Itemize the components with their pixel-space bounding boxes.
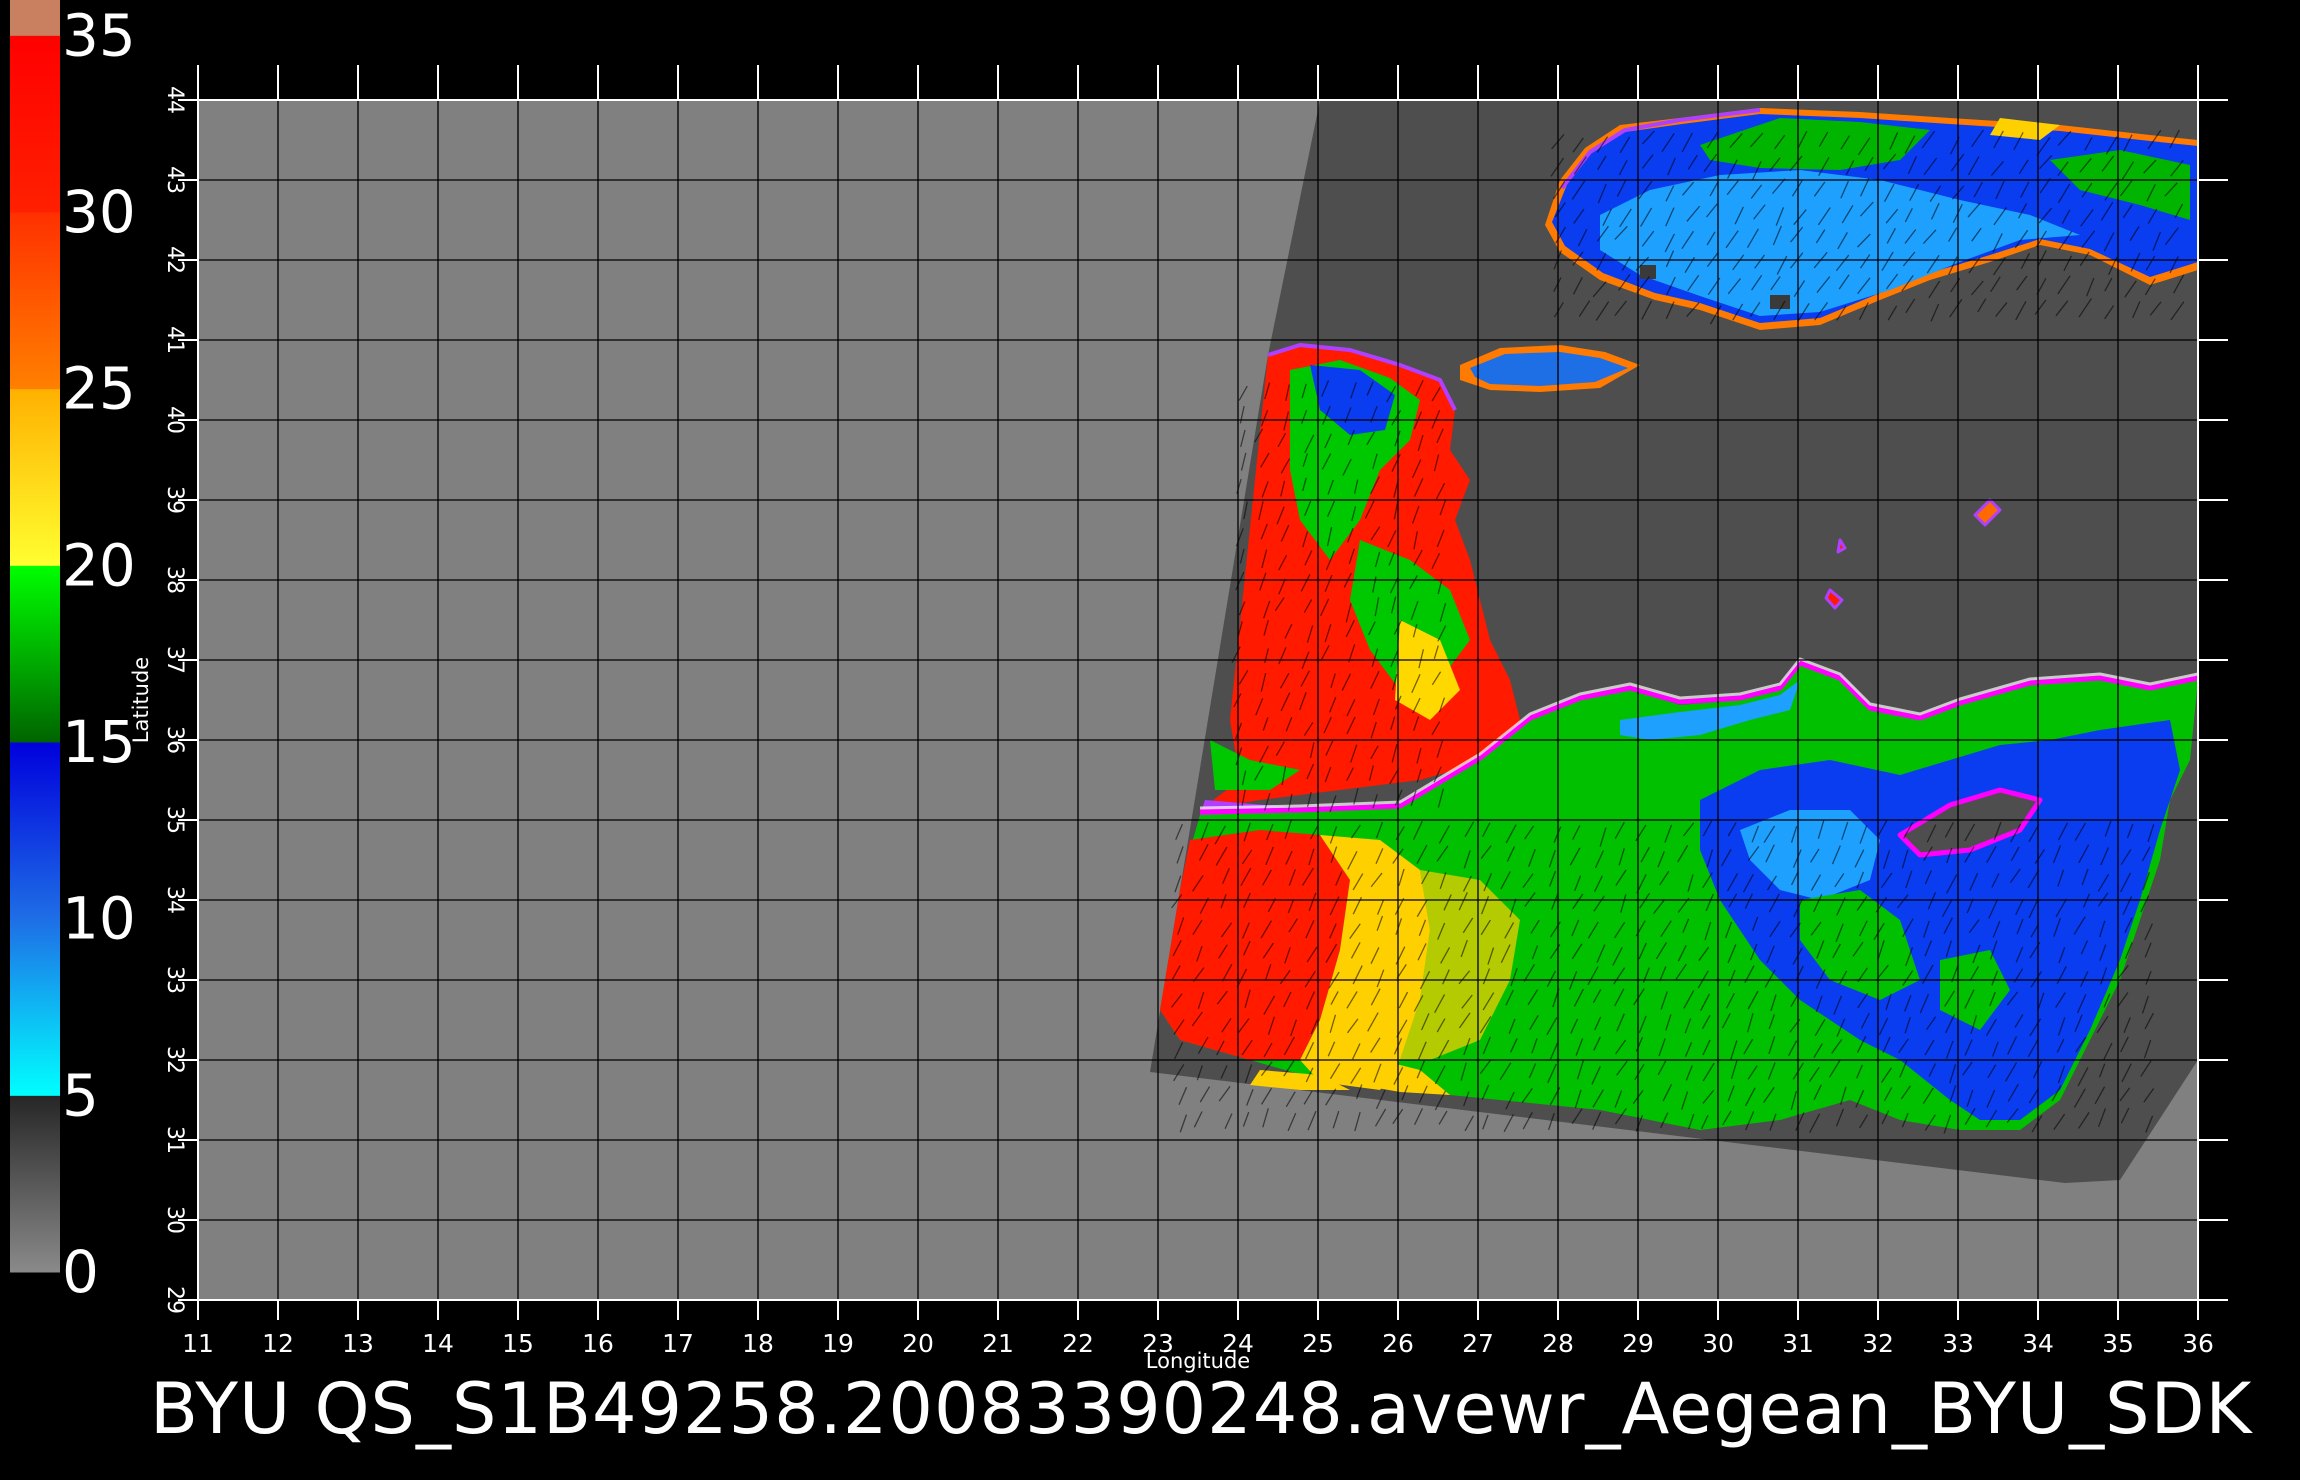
lon-tick-label: 33	[1942, 1329, 1974, 1358]
lat-tick-label: 35	[162, 806, 187, 834]
colorbar-tick-label: 35	[62, 1, 136, 69]
lat-tick-label: 32	[162, 1046, 187, 1074]
lon-tick-label: 26	[1382, 1329, 1414, 1358]
lat-tick-label: 39	[162, 486, 187, 514]
wind-speed-map: 35 30 25 20 15 10 5 0 11 12 13 14 15 16 17 18 1…	[10, 0, 2228, 1373]
colorbar-segment	[10, 565, 60, 743]
lat-tick-label: 43	[162, 166, 187, 194]
colorbar-labels: 35 30 25 20 15 10 5 0	[62, 1, 136, 1306]
lon-tick-label: 18	[742, 1329, 774, 1358]
lon-tick-label: 28	[1542, 1329, 1574, 1358]
colorbar-tick-label: 25	[62, 355, 136, 423]
lon-tick-label: 20	[902, 1329, 934, 1358]
colorbar-gradient	[10, 0, 60, 1273]
lat-tick-label: 42	[162, 246, 187, 274]
lat-tick-label: 40	[162, 406, 187, 434]
lon-tick-label: 30	[1702, 1329, 1734, 1358]
product-title: BYU QS_S1B49258.20083390248.avewr_Aegean…	[150, 1368, 2253, 1450]
colorbar-segment	[10, 35, 60, 213]
colorbar-tick-label: 0	[62, 1238, 99, 1306]
colorbar-tick-label: 15	[62, 708, 136, 776]
colorbar-tick-label: 5	[62, 1061, 99, 1129]
y-axis-title: Latitude	[129, 657, 153, 743]
lon-tick-label: 27	[1462, 1329, 1494, 1358]
colorbar-segment	[10, 1095, 60, 1273]
lon-tick-label: 34	[2022, 1329, 2054, 1358]
lon-tick-label: 15	[502, 1329, 534, 1358]
lat-tick-label: 31	[162, 1126, 187, 1154]
lon-tick-label: 13	[342, 1329, 374, 1358]
colorbar-segment	[10, 0, 60, 36]
lon-tick-label: 25	[1302, 1329, 1334, 1358]
colorbar-segment	[10, 212, 60, 390]
lon-tick-label: 31	[1782, 1329, 1814, 1358]
lat-tick-label: 34	[162, 886, 187, 914]
plot-area: 11 12 13 14 15 16 17 18 19 20 21 22 23 24 25 26 27 28 29 30…	[129, 65, 2228, 1373]
lat-tick-label: 37	[162, 646, 187, 674]
lon-tick-label: 12	[262, 1329, 294, 1358]
lat-tick-label: 29	[162, 1286, 187, 1314]
colorbar-segment	[10, 388, 60, 566]
lon-tick-label: 21	[982, 1329, 1014, 1358]
lat-tick-label: 41	[162, 326, 187, 354]
lat-tick-label: 36	[162, 726, 187, 754]
lon-tick-label: 14	[422, 1329, 454, 1358]
lon-tick-label: 32	[1862, 1329, 1894, 1358]
lat-tick-label: 30	[162, 1206, 187, 1234]
colorbar: 35 30 25 20 15 10 5 0	[10, 0, 136, 1306]
colorbar-tick-label: 20	[62, 531, 136, 599]
lat-tick-label: 44	[162, 86, 187, 114]
lon-tick-label: 22	[1062, 1329, 1094, 1358]
colorbar-tick-label: 10	[62, 885, 136, 953]
colorbar-tick-label: 30	[62, 178, 136, 246]
colorbar-segment	[10, 742, 60, 920]
lon-tick-label: 36	[2182, 1329, 2214, 1358]
lon-tick-label: 16	[582, 1329, 614, 1358]
colorbar-segment	[10, 918, 60, 1096]
lat-tick-label: 33	[162, 966, 187, 994]
lon-tick-label: 35	[2102, 1329, 2134, 1358]
lon-tick-label: 29	[1622, 1329, 1654, 1358]
lon-tick-label: 11	[182, 1329, 214, 1358]
lon-tick-label: 19	[822, 1329, 854, 1358]
lat-tick-label: 38	[162, 566, 187, 594]
lon-tick-label: 17	[662, 1329, 694, 1358]
